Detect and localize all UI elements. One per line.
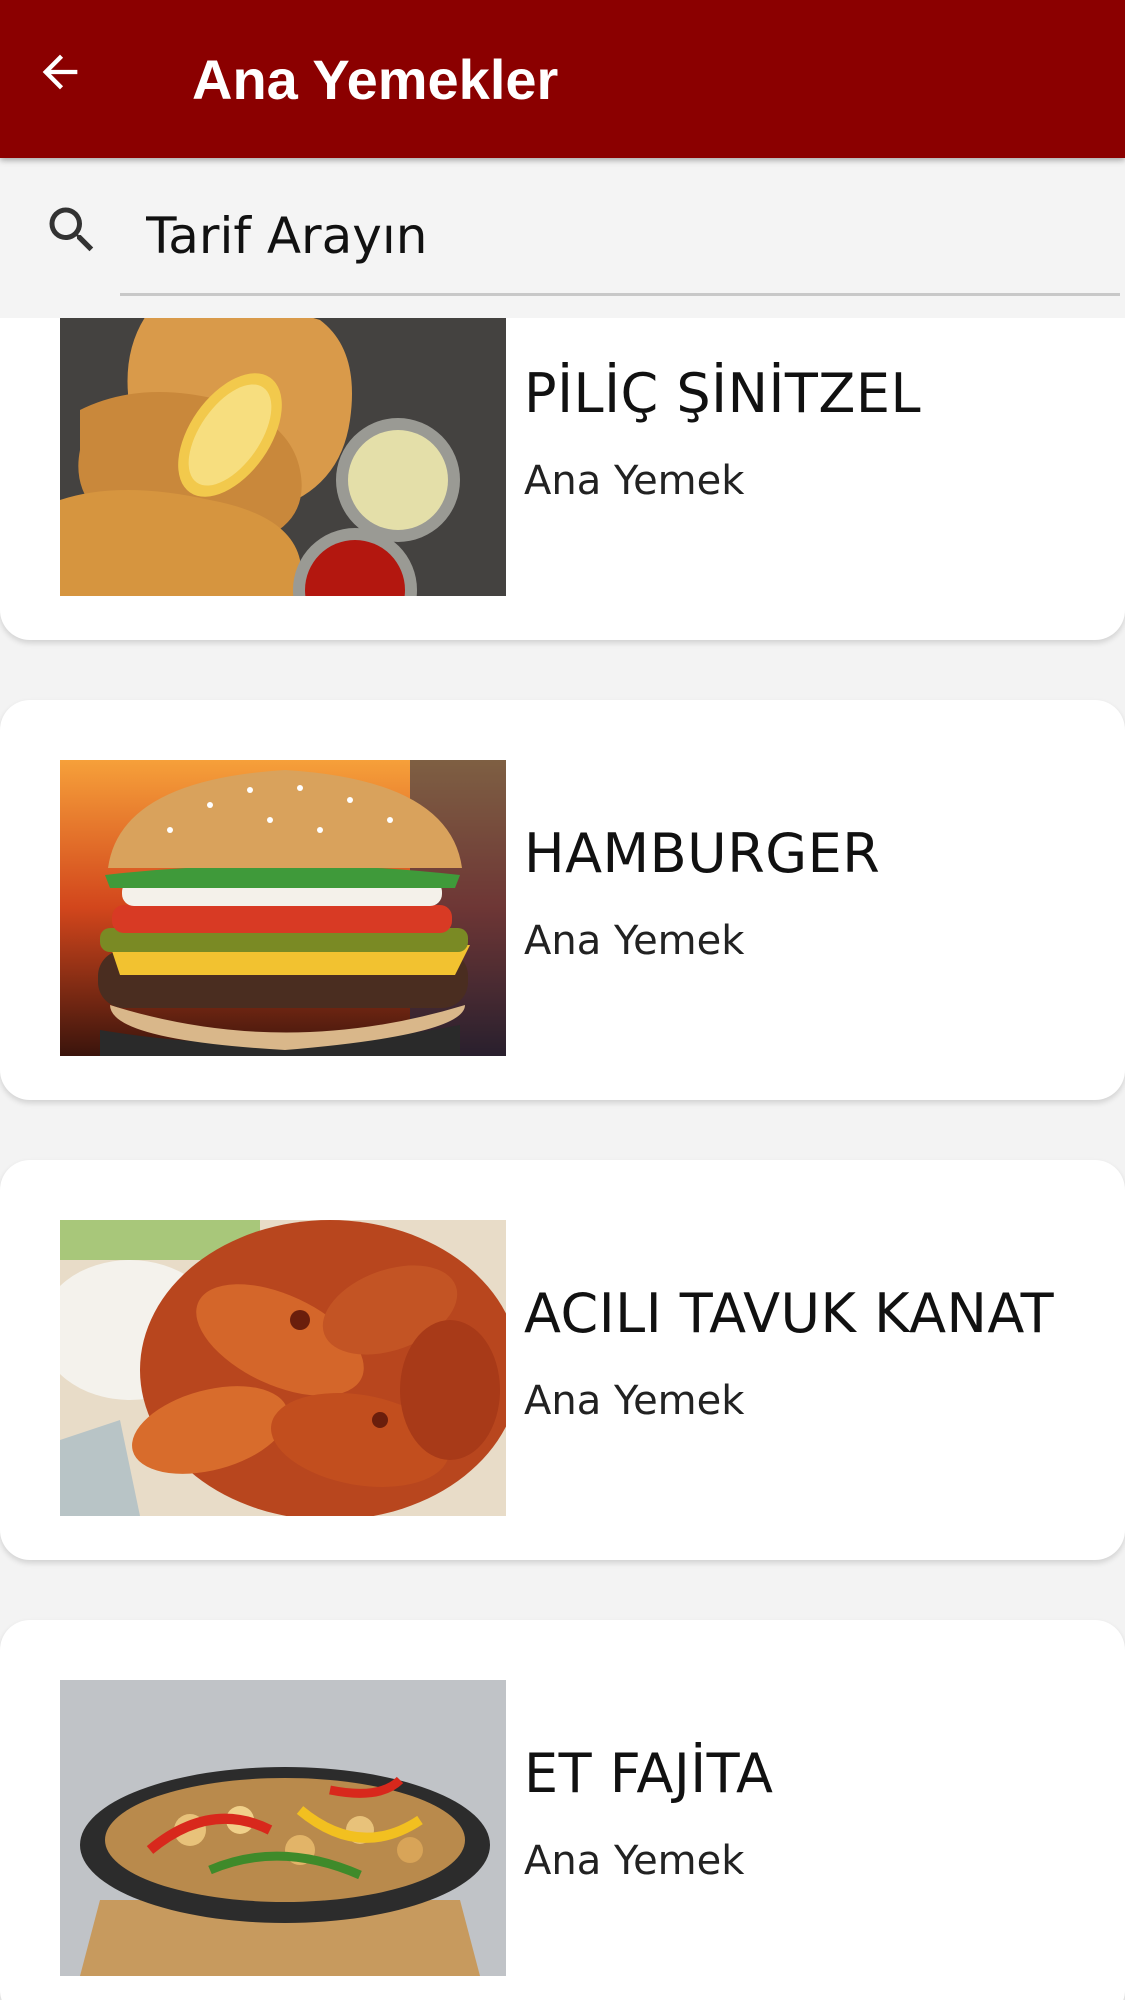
recipe-card[interactable]: HAMBURGER Ana Yemek bbox=[0, 700, 1125, 1100]
recipe-category: Ana Yemek bbox=[524, 458, 745, 504]
recipe-image bbox=[60, 1680, 506, 1976]
recipe-card[interactable]: ACILI TAVUK KANAT Ana Yemek bbox=[0, 1160, 1125, 1560]
recipe-name: PİLİÇ ŞİNİTZEL bbox=[524, 362, 922, 425]
back-button[interactable] bbox=[28, 40, 92, 104]
recipe-name: ACILI TAVUK KANAT bbox=[524, 1282, 1055, 1345]
recipe-image bbox=[60, 760, 506, 1056]
page-title: Ana Yemekler bbox=[192, 47, 559, 111]
search-input[interactable] bbox=[120, 178, 1120, 296]
recipe-image bbox=[60, 318, 506, 596]
recipe-name: ET FAJİTA bbox=[524, 1742, 774, 1805]
recipe-category: Ana Yemek bbox=[524, 918, 745, 964]
recipe-category: Ana Yemek bbox=[524, 1378, 745, 1424]
app-bar: Ana Yemekler bbox=[0, 0, 1125, 158]
arrow-left-icon bbox=[42, 54, 78, 90]
search-icon bbox=[49, 207, 94, 252]
recipe-card[interactable]: PİLİÇ ŞİNİTZEL Ana Yemek bbox=[0, 318, 1125, 640]
recipe-category: Ana Yemek bbox=[524, 1838, 745, 1884]
recipe-list[interactable]: PİLİÇ ŞİNİTZEL Ana Yemek HAMBURGER Ana Y… bbox=[0, 318, 1125, 2000]
recipe-image bbox=[60, 1220, 506, 1516]
recipe-name: HAMBURGER bbox=[524, 822, 881, 885]
recipe-card[interactable]: ET FAJİTA Ana Yemek bbox=[0, 1620, 1125, 2000]
